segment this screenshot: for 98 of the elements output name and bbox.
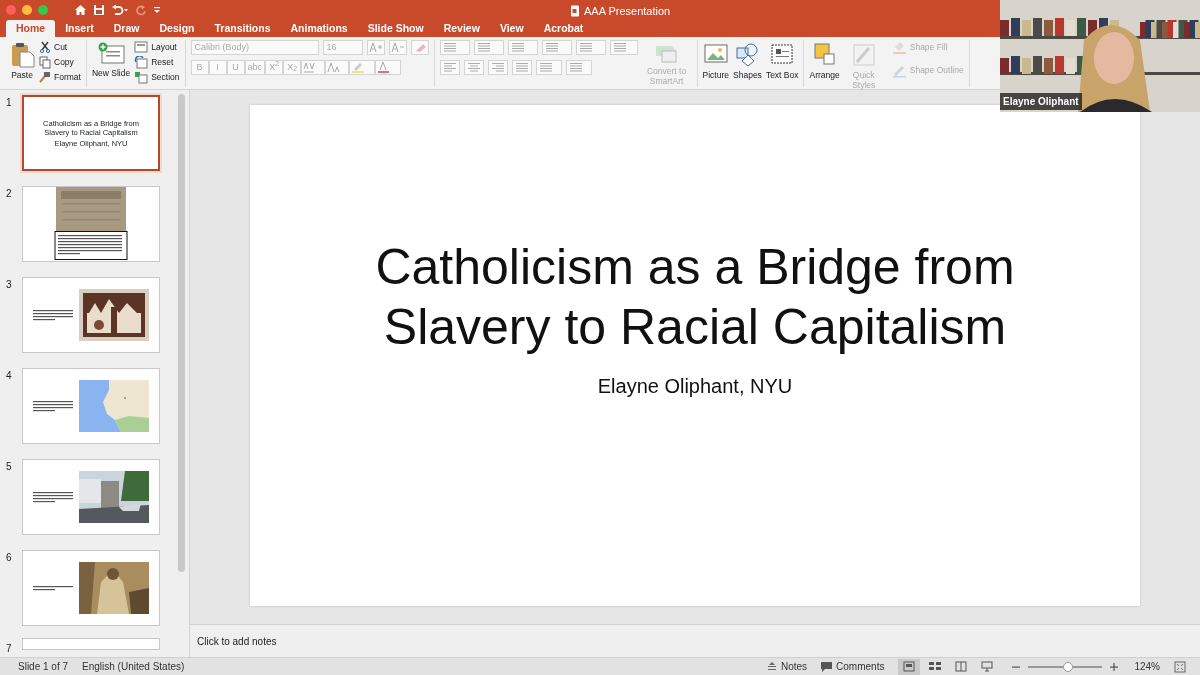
layout-button[interactable]: Layout: [151, 41, 177, 54]
text-lines-drawing: [33, 309, 73, 321]
layout-icon: [134, 41, 149, 54]
slide-number: 6: [6, 551, 13, 565]
columns-icon[interactable]: [609, 40, 638, 55]
center-icon[interactable]: [463, 60, 484, 75]
new-slide-button[interactable]: New Slide: [91, 68, 131, 78]
minimize-icon[interactable]: [22, 5, 32, 15]
decrease-indent-icon[interactable]: [507, 40, 538, 55]
scrollbar[interactable]: [178, 94, 185, 572]
ribbon-tab[interactable]: Transitions: [204, 20, 281, 37]
shapes-icon: [734, 42, 761, 68]
fit-to-window-icon[interactable]: [1174, 660, 1186, 673]
copy-button[interactable]: Copy: [54, 56, 74, 69]
textbox-button[interactable]: Text Box: [765, 70, 799, 80]
font-color-icon[interactable]: [375, 60, 402, 75]
format-button[interactable]: Format: [54, 71, 81, 84]
maximize-icon[interactable]: [38, 5, 48, 15]
redo-icon[interactable]: [135, 4, 147, 16]
slide-thumbnail[interactable]: [22, 550, 160, 626]
normal-view-icon[interactable]: [903, 661, 916, 672]
paste-button[interactable]: Paste: [11, 70, 33, 80]
copy-icon: [39, 56, 51, 69]
notes-field[interactable]: Click to add notes: [195, 632, 395, 650]
clipboard-icon: [9, 42, 35, 68]
window-title: AAA Presentation: [584, 4, 671, 19]
slide-number: 7: [6, 642, 13, 656]
participant-name: Elayne Oliphant: [1000, 93, 1082, 110]
new-slide-icon: [97, 42, 126, 66]
cut-button[interactable]: Cut: [54, 41, 68, 54]
section-icon: [134, 71, 149, 84]
reset-icon: [134, 56, 149, 69]
brush-icon: [39, 71, 51, 84]
ribbon-tab[interactable]: View: [489, 20, 534, 37]
justify-icon[interactable]: [511, 60, 532, 75]
notes-button[interactable]: Notes: [780, 659, 808, 674]
increase-indent-icon[interactable]: [541, 40, 572, 55]
text-lines-drawing: [33, 585, 73, 591]
arrange-button[interactable]: Arrange: [809, 70, 840, 80]
section-button[interactable]: Section: [151, 71, 180, 84]
comment-icon: [821, 661, 833, 672]
slide-counter: Slide 1 of 7: [18, 660, 69, 674]
slide-thumbnail[interactable]: [22, 277, 160, 353]
numbering-icon[interactable]: [473, 40, 504, 55]
decrease-font-icon[interactable]: [388, 40, 407, 55]
increase-font-icon[interactable]: [366, 40, 385, 55]
slide-thumbnail[interactable]: [22, 186, 160, 262]
arrange-icon: [811, 42, 838, 68]
ribbon-tab[interactable]: Animations: [280, 20, 358, 37]
shapes-button[interactable]: Shapes: [733, 70, 762, 80]
slide-thumbnail[interactable]: [22, 368, 160, 444]
text-lines-drawing: [33, 491, 73, 503]
slide-number: 1: [6, 96, 13, 110]
slide-subtitle: Elayne Oliphant, NYU: [597, 374, 793, 399]
slide-title: Catholicism as a Bridge from Slavery to Racial Capitalism: [375, 238, 1015, 357]
slide-sorter-icon[interactable]: [929, 661, 942, 672]
bullets-icon[interactable]: [439, 40, 470, 55]
zoom-in-icon[interactable]: [1110, 662, 1119, 671]
picture-button[interactable]: Picture: [702, 70, 730, 80]
ribbon-tab[interactable]: Draw: [103, 20, 150, 37]
line-spacing-icon[interactable]: [575, 40, 606, 55]
normal-view-button[interactable]: [898, 658, 921, 675]
clear-formatting-icon[interactable]: [410, 40, 429, 55]
text-lines-drawing: [33, 400, 73, 412]
slide-number: 5: [6, 460, 13, 474]
brush-icon: [850, 42, 877, 68]
undo-icon[interactable]: [111, 4, 129, 16]
reset-button[interactable]: Reset: [151, 56, 174, 69]
align-right-icon[interactable]: [487, 60, 508, 75]
change-case-icon[interactable]: [325, 60, 350, 75]
slide-show-icon[interactable]: [981, 661, 994, 672]
zoom-level: 124%: [1134, 660, 1160, 674]
align-text-icon[interactable]: [565, 60, 592, 75]
ribbon-tab[interactable]: Insert: [55, 20, 104, 37]
align-left-icon[interactable]: [439, 60, 460, 75]
close-icon[interactable]: [6, 5, 16, 15]
slide-number: 2: [6, 187, 13, 201]
highlight-icon[interactable]: [349, 60, 376, 75]
save-icon[interactable]: [93, 4, 105, 16]
slide-thumbnail[interactable]: [22, 638, 160, 650]
ribbon-tab[interactable]: Acrobat: [533, 20, 594, 37]
scissors-icon: [39, 41, 51, 54]
slide-number: 4: [6, 369, 13, 383]
ribbon-tab[interactable]: Design: [149, 20, 205, 37]
ribbon-tab[interactable]: Home: [6, 20, 56, 37]
customize-icon[interactable]: [153, 6, 161, 14]
character-spacing-icon[interactable]: [301, 60, 326, 75]
ribbon-tab[interactable]: Slide Show: [357, 20, 434, 37]
home-icon[interactable]: [74, 4, 87, 16]
slide-number: 3: [6, 278, 13, 292]
language-indicator: English (United States): [82, 660, 185, 674]
ribbon-tab[interactable]: Review: [433, 20, 490, 37]
comments-button[interactable]: Comments: [836, 659, 885, 674]
notes-icon: [766, 662, 777, 671]
text-direction-icon[interactable]: [535, 60, 562, 75]
pencil-icon: [891, 63, 907, 78]
slide-thumbnail[interactable]: [22, 459, 160, 535]
reading-view-icon[interactable]: [955, 661, 968, 672]
